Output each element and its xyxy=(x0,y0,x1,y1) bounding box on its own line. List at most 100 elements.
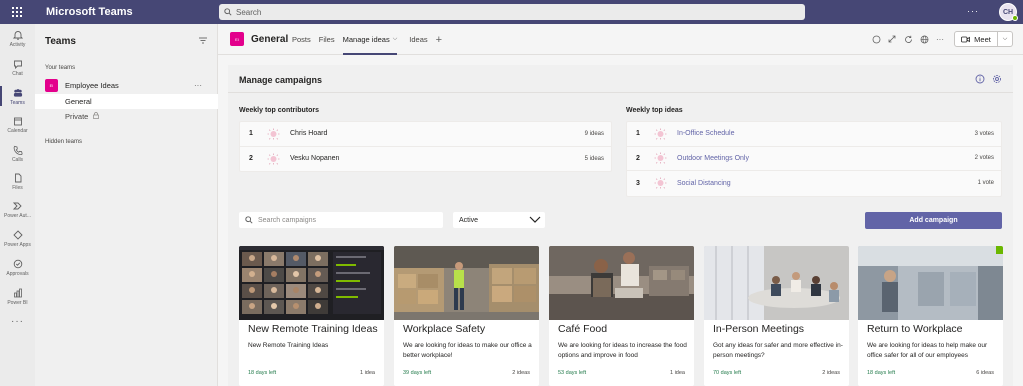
idea-count: 6 ideas xyxy=(976,370,994,376)
list-item: 2 Vesku Nopanen 5 ideas xyxy=(240,147,611,172)
power-bi-icon xyxy=(13,288,23,298)
rail-item-power-apps[interactable]: Power Apps xyxy=(0,230,35,248)
tab-label: Ideas xyxy=(409,35,428,44)
rail-item-power-bi[interactable]: Power BI xyxy=(0,288,35,306)
vote-count: 3 votes xyxy=(974,130,994,137)
more-options-button[interactable]: ··· xyxy=(932,33,948,45)
meet-dropdown-button[interactable]: ⌵ xyxy=(998,31,1013,47)
campaign-description: Got any ideas for safer and more effecti… xyxy=(713,342,843,359)
tab-files[interactable]: Files xyxy=(319,24,335,55)
idea-link[interactable]: Social Distancing xyxy=(677,180,731,187)
chevron-down-icon: ⌵ xyxy=(1002,35,1008,42)
rail-item-calendar[interactable]: Calendar xyxy=(0,116,35,134)
list-item[interactable]: 1 In-Office Schedule 3 votes xyxy=(627,122,1001,147)
idea-link[interactable]: In-Office Schedule xyxy=(677,130,734,137)
campaign-card[interactable]: Return to Workplace We are looking for i… xyxy=(858,246,1003,386)
idea-count: 9 ideas xyxy=(584,130,604,137)
idea-count: 1 idea xyxy=(360,370,375,376)
globe-icon[interactable] xyxy=(916,33,932,45)
rail-label: Calendar xyxy=(7,128,28,134)
contributor-name: Vesku Nopanen xyxy=(290,155,340,163)
rank: 2 xyxy=(636,154,640,162)
vote-count: 1 vote xyxy=(977,180,994,187)
rail-item-activity[interactable]: Activity xyxy=(0,30,35,48)
search-icon xyxy=(245,216,253,224)
page-title: Manage campaigns xyxy=(239,75,323,85)
bell-icon xyxy=(12,30,23,40)
lightbulb-icon xyxy=(262,128,284,140)
days-left: 39 days left xyxy=(403,370,432,376)
tab-ideas[interactable]: Ideas xyxy=(409,24,427,55)
tab-label: Posts xyxy=(292,35,311,44)
rail-label: Calls xyxy=(11,157,24,163)
gear-icon[interactable] xyxy=(992,74,1002,86)
lightbulb-icon xyxy=(649,177,671,189)
filter-icon[interactable] xyxy=(199,37,207,46)
refresh-icon[interactable] xyxy=(900,33,916,45)
expand-icon[interactable] xyxy=(884,33,900,45)
rail-item-chat[interactable]: Chat xyxy=(0,59,35,77)
panel-title: Teams xyxy=(45,36,76,47)
channel-name: Private xyxy=(65,112,89,121)
campaign-card[interactable]: Workplace Safety We are looking for idea… xyxy=(394,246,539,386)
rank: 2 xyxy=(249,155,253,163)
channel-general[interactable]: General xyxy=(35,94,218,109)
channel-title: General xyxy=(251,34,289,45)
channel-tabs: Posts Files Manage ideas ⌵ Ideas + xyxy=(292,24,450,55)
tab-manage-ideas[interactable]: Manage ideas ⌵ xyxy=(342,24,398,55)
tab-posts[interactable]: Posts xyxy=(292,24,311,55)
lock-icon xyxy=(93,112,100,121)
meet-button[interactable]: Meet xyxy=(954,31,998,47)
chevron-down-icon: ⌵ xyxy=(392,36,398,42)
list-item[interactable]: 3 Social Distancing 1 vote xyxy=(627,171,1001,196)
conversation-icon[interactable] xyxy=(868,33,884,45)
rail-item-calls[interactable]: Calls xyxy=(0,145,35,163)
settings-more-button[interactable]: ··· xyxy=(967,6,979,16)
campaign-title: Return to Workplace xyxy=(867,323,963,335)
search-icon xyxy=(224,8,232,16)
manage-campaigns-panel: Manage campaigns Weekly top contributors… xyxy=(228,65,1013,386)
status-filter-select[interactable]: Active xyxy=(453,212,545,228)
top-ideas-title: Weekly top ideas xyxy=(626,107,683,114)
campaign-card[interactable]: New Remote Training Ideas New Remote Tra… xyxy=(239,246,384,386)
hidden-teams-label[interactable]: Hidden teams xyxy=(45,139,82,145)
campaign-card[interactable]: Café Food We are looking for ideas to in… xyxy=(549,246,694,386)
cafe-image xyxy=(549,246,694,320)
list-item: 1 Chris Hoard 9 ideas xyxy=(240,122,611,147)
rail-item-approvals[interactable]: Approvals xyxy=(0,259,35,277)
rail-more-apps-button[interactable]: ··· xyxy=(11,316,24,327)
top-ideas-list: 1 In-Office Schedule 3 votes 2 Outdoor M… xyxy=(626,121,1002,197)
rail-item-power-automate[interactable]: Power Aut... xyxy=(0,201,35,219)
rail-label: Power Aut... xyxy=(4,213,31,219)
channel-private[interactable]: Private xyxy=(35,109,218,124)
add-tab-button[interactable]: + xyxy=(436,24,442,55)
app-launcher-button[interactable] xyxy=(0,0,34,24)
campaign-card[interactable]: In-Person Meetings Got any ideas for saf… xyxy=(704,246,849,386)
contributor-name: Chris Hoard xyxy=(290,130,328,138)
avatar-initials: CH xyxy=(1002,8,1014,16)
idea-link[interactable]: Outdoor Meetings Only xyxy=(677,155,749,162)
rail-label: Chat xyxy=(12,71,23,77)
info-icon[interactable] xyxy=(975,74,985,86)
campaign-title: New Remote Training Ideas xyxy=(248,323,378,335)
team-employee-ideas[interactable]: EI Employee Ideas ··· xyxy=(45,78,210,92)
campaign-description: We are looking for ideas to help make ou… xyxy=(867,342,988,359)
team-more-button[interactable]: ··· xyxy=(194,81,202,90)
campaign-search-input[interactable]: Search campaigns xyxy=(239,212,443,228)
your-teams-label: Your teams xyxy=(45,65,76,71)
list-item[interactable]: 2 Outdoor Meetings Only 2 votes xyxy=(627,147,1001,171)
add-campaign-button[interactable]: Add campaign xyxy=(865,212,1002,229)
rank: 3 xyxy=(636,179,640,187)
tab-label: Manage ideas xyxy=(342,35,390,44)
warehouse-image xyxy=(394,246,539,320)
team-name: Employee Ideas xyxy=(65,80,119,90)
search-input[interactable]: Search xyxy=(219,4,805,20)
rank: 1 xyxy=(249,130,253,138)
days-left: 70 days left xyxy=(713,370,742,376)
rail-item-teams[interactable]: Teams xyxy=(0,86,35,106)
status-value: Active xyxy=(459,216,479,224)
channel-name: General xyxy=(65,97,92,106)
user-avatar[interactable]: CH xyxy=(999,3,1018,21)
office-image xyxy=(858,246,1003,320)
rail-item-files[interactable]: Files xyxy=(0,173,35,191)
